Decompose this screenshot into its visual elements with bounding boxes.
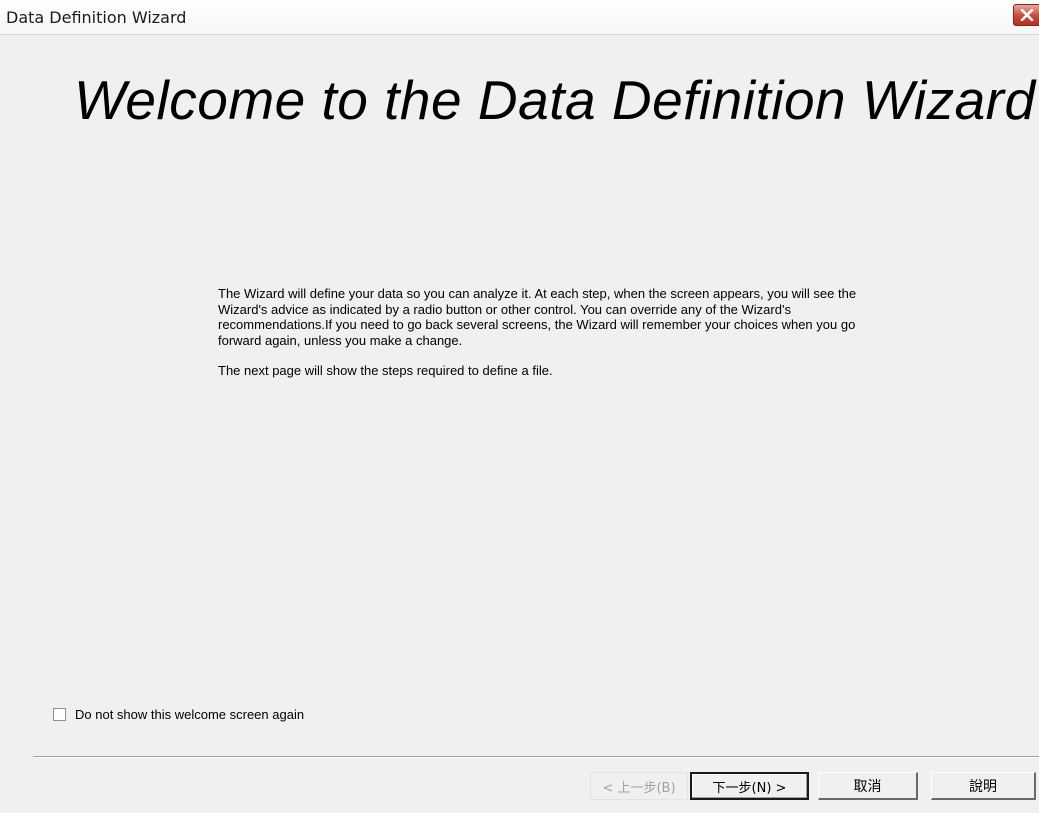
cancel-button[interactable]: 取消 [818,772,918,800]
intro-paragraph-1: The Wizard will define your data so you … [218,286,857,348]
dont-show-label[interactable]: Do not show this welcome screen again [75,707,304,722]
footer-divider [33,756,1039,758]
close-icon [1020,9,1034,21]
checkbox-unchecked-icon[interactable] [53,707,66,721]
dont-show-option[interactable]: Do not show this welcome screen again [53,706,304,722]
page-title: Welcome to the Data Definition Wizard [74,69,1036,131]
back-button[interactable]: < 上一步(B) [590,772,688,800]
close-button[interactable] [1013,4,1039,26]
next-button[interactable]: 下一步(N) > [690,772,809,800]
wizard-window: Data Definition Wizard Welcome to the Da… [0,0,1039,813]
help-button[interactable]: 說明 [931,772,1036,800]
intro-paragraph-2: The next page will show the steps requir… [218,363,553,378]
window-title: Data Definition Wizard [6,8,187,27]
title-bar: Data Definition Wizard [0,0,1039,35]
intro-text: The Wizard will define your data so you … [218,286,858,379]
